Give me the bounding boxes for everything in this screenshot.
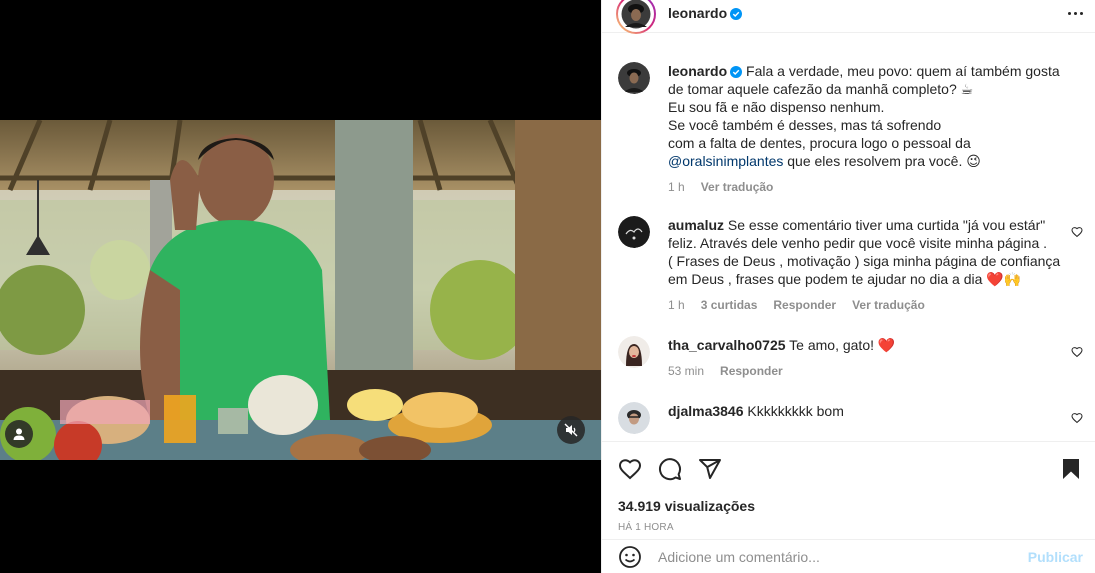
caption-age[interactable]: 1 h (668, 178, 685, 196)
comment-username[interactable]: tha_carvalho0725 (668, 337, 786, 353)
paper-plane-icon (699, 458, 721, 479)
caption-line: Fala a verdade, meu povo: quem aí também… (746, 63, 1060, 79)
heart-icon (618, 458, 642, 479)
avatar (618, 62, 650, 94)
post-header: leonardo (602, 0, 1095, 34)
comment-username[interactable]: aumaluz (668, 217, 724, 233)
like-comment-heart-icon[interactable] (1071, 412, 1083, 424)
comment-composer: Publicar (602, 539, 1095, 573)
comment-item: aumaluz Se esse comentário tiver uma cur… (618, 216, 1083, 314)
bookmark-filled-icon (1063, 458, 1079, 479)
comment-button[interactable] (658, 457, 682, 481)
more-dot-icon (1080, 11, 1083, 15)
reply-button[interactable]: Responder (773, 296, 836, 314)
caption-line: com a falta de dentes, procura logo o pe… (668, 135, 971, 151)
avatar (618, 336, 650, 368)
post-sidebar: leonardo leonardo Fala a verdade, meu po… (601, 0, 1095, 573)
caption-avatar[interactable] (618, 62, 650, 94)
caption-body: leonardo Fala a verdade, meu povo: quem … (668, 62, 1083, 196)
comment-body: djalma3846 Kkkkkkkkk bom (668, 402, 1083, 434)
avatar-story-ring (616, 0, 656, 34)
comment-avatar[interactable] (618, 402, 650, 434)
comment-body: tha_carvalho0725 Te amo, gato! ❤️ 53 min… (668, 336, 1083, 380)
caption-line-end: que eles resolvem pra você. 😉 (783, 153, 981, 169)
reply-button[interactable]: Responder (720, 362, 783, 380)
caption: leonardo Fala a verdade, meu povo: quem … (618, 62, 1083, 196)
comments-list[interactable]: leonardo Fala a verdade, meu povo: quem … (602, 33, 1095, 441)
mention-link[interactable]: @oralsinimplantes (668, 153, 783, 169)
comment-likes[interactable]: 3 curtidas (701, 296, 758, 314)
more-options-button[interactable] (1068, 11, 1083, 15)
comment-age[interactable]: 53 min (668, 362, 704, 380)
comment-text: Kkkkkkkkk bom (747, 403, 844, 419)
avatar (618, 402, 650, 434)
video-player[interactable] (0, 120, 601, 460)
comment-text: feliz. Através dele venho pedir que você… (668, 235, 1048, 251)
caption-line: Se você também é desses, mas tá sofrendo (668, 117, 942, 133)
comment-avatar[interactable] (618, 336, 650, 368)
see-translation-button[interactable]: Ver tradução (852, 296, 925, 314)
see-translation-button[interactable]: Ver tradução (701, 178, 774, 196)
verified-badge-icon (730, 8, 743, 20)
comment-body: aumaluz Se esse comentário tiver uma cur… (668, 216, 1083, 314)
caption-username[interactable]: leonardo (668, 63, 727, 79)
more-dot-icon (1074, 11, 1077, 15)
like-comment-heart-icon[interactable] (1071, 226, 1083, 238)
tagged-users-button[interactable] (5, 420, 33, 448)
user-icon (13, 428, 25, 440)
video-frame-image (0, 120, 601, 460)
comment-meta: 53 min Responder (668, 362, 1083, 380)
comment-age[interactable]: 1 h (668, 296, 685, 314)
caption-meta: 1 h Ver tradução (668, 178, 1083, 196)
comment-item: djalma3846 Kkkkkkkkk bom (618, 402, 1083, 434)
more-dot-icon (1068, 11, 1071, 15)
view-count[interactable]: 34.919 visualizações (602, 495, 1095, 517)
author-username-text[interactable]: leonardo (668, 5, 727, 21)
comment-text: em Deus , frases que podem te ajudar no … (668, 271, 1022, 287)
comment-text: Te amo, gato! ❤️ (789, 337, 896, 353)
comment-input[interactable] (658, 548, 1028, 565)
comment-text: ( Frases de Deus , motivação ) siga minh… (668, 253, 1061, 269)
share-button[interactable] (698, 457, 722, 481)
comment-username[interactable]: djalma3846 (668, 403, 744, 419)
comment-avatar[interactable] (618, 216, 650, 248)
avatar (618, 216, 650, 248)
like-button[interactable] (618, 457, 642, 481)
comment-text: Se esse comentário tiver uma curtida "já… (727, 217, 1046, 233)
author-avatar[interactable] (616, 0, 656, 37)
caption-line: de tomar aquele cafezão da manhã complet… (668, 81, 974, 97)
verified-badge-icon (730, 66, 743, 78)
post-timestamp[interactable]: HÁ 1 HORA (602, 517, 1095, 539)
comment-bubble-icon (659, 457, 681, 480)
save-button[interactable] (1059, 457, 1083, 481)
author-username[interactable]: leonardo (668, 5, 743, 21)
emoji-icon[interactable] (618, 545, 642, 569)
caption-line: Eu sou fã e não dispenso nenhum. (668, 99, 885, 115)
like-comment-heart-icon[interactable] (1071, 346, 1083, 358)
mute-button[interactable] (557, 416, 585, 444)
comment-item: tha_carvalho0725 Te amo, gato! ❤️ 53 min… (618, 336, 1083, 380)
comment-meta: 1 h 3 curtidas Responder Ver tradução (668, 296, 1083, 314)
post-actions-bar (602, 441, 1095, 495)
post-dialog: leonardo leonardo Fala a verdade, meu po… (0, 0, 1095, 573)
post-media[interactable] (0, 0, 601, 573)
speaker-muted-icon (564, 423, 578, 437)
publish-button[interactable]: Publicar (1028, 549, 1083, 565)
